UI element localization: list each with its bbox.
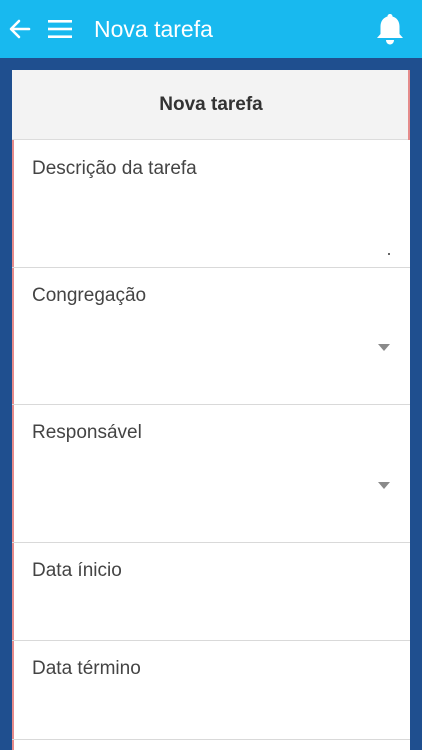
responsible-select[interactable]: Responsável [12, 405, 410, 543]
field-label: Descrição da tarefa [32, 158, 197, 179]
arrow-left-icon [9, 19, 31, 39]
page-title: Nova tarefa [94, 16, 213, 42]
menu-button[interactable] [46, 14, 74, 44]
field-label: Congregação [32, 285, 147, 306]
chevron-down-icon[interactable] [378, 482, 390, 489]
app-bar: Nova tarefa [0, 0, 422, 58]
back-button[interactable] [6, 14, 34, 44]
hamburger-icon [48, 20, 72, 38]
bell-icon [377, 14, 403, 45]
task-description-field[interactable]: Descrição da tarefa [12, 141, 410, 268]
field-label: Responsável [32, 422, 142, 443]
chevron-down-icon[interactable] [378, 344, 390, 351]
end-date-field[interactable]: Data término [12, 641, 410, 740]
form-title: Nova tarefa [159, 93, 263, 115]
congregation-select[interactable]: Congregação [12, 268, 410, 405]
new-task-form: Nova tarefa Descrição da tarefa Congrega… [12, 70, 410, 750]
resize-handle[interactable] [388, 253, 390, 255]
field-label: Data término [32, 658, 141, 679]
accent-line [408, 70, 410, 140]
form-header: Nova tarefa [12, 70, 410, 140]
start-date-field[interactable]: Data ínicio [12, 543, 410, 641]
field-label: Data ínicio [32, 560, 122, 581]
notifications-button[interactable] [372, 10, 408, 48]
